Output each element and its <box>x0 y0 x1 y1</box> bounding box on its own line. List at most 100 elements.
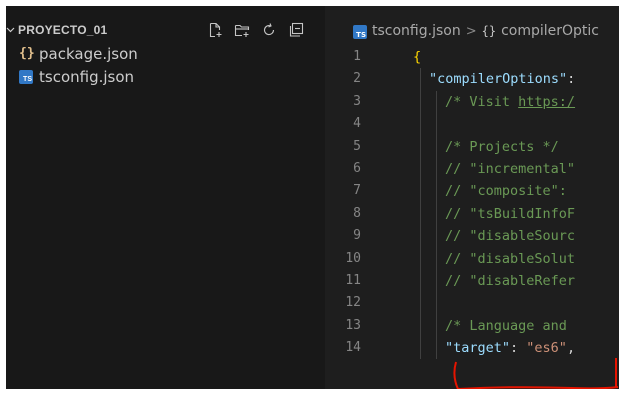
indent-guide <box>436 247 437 270</box>
code-lines: 1{2 "compilerOptions": 3/* Visit https:/4 5… <box>331 46 619 360</box>
refresh-icon[interactable] <box>259 20 279 40</box>
code-text: // "composite": <box>445 180 575 202</box>
code-line[interactable]: 13 /* Language and <box>331 314 619 338</box>
code-line[interactable]: 14 "target": "es6", <box>331 337 619 360</box>
code-text: "target": "es6", <box>445 337 575 359</box>
indent-guide <box>420 202 421 226</box>
breadcrumb-symbol[interactable]: compilerOptic <box>501 23 599 39</box>
indent-guide <box>436 225 437 248</box>
indent-guide <box>420 113 421 136</box>
json-file-icon: {} <box>19 46 35 61</box>
code-line[interactable]: 3 /* Visit https:/ <box>331 90 619 114</box>
code-token: // "tsBuildInfoF <box>445 205 576 222</box>
file-label: tsconfig.json <box>39 68 135 86</box>
typescript-file-icon: TS <box>19 70 33 84</box>
indent-guide <box>420 180 421 203</box>
code-line[interactable]: 12 <box>331 292 619 315</box>
object-symbol-icon: {} <box>481 24 497 38</box>
line-number: 7 <box>353 183 361 199</box>
code-line[interactable]: 2 "compilerOptions": <box>331 68 619 91</box>
breadcrumb: TS tsconfig.json > {} compilerOptic <box>353 20 599 42</box>
code-token: // "incremental" <box>445 160 576 177</box>
breadcrumb-file[interactable]: tsconfig.json <box>372 23 461 39</box>
line-number: 10 <box>345 250 361 266</box>
breadcrumb-separator: > <box>465 23 477 39</box>
file-item-tsconfig-json[interactable]: TS tsconfig.json <box>6 66 325 88</box>
indent-guide <box>436 314 437 338</box>
indent-guide <box>420 292 421 315</box>
code-token: , <box>566 340 576 357</box>
new-file-icon[interactable] <box>205 20 225 40</box>
folder-title: PROYECTO_01 <box>18 23 108 37</box>
explorer-sidebar: PROYECTO_01 {} package.json TS tsconfig.… <box>6 6 325 389</box>
line-number: 6 <box>353 160 361 176</box>
line-number: 4 <box>353 116 361 132</box>
chevron-down-icon[interactable] <box>6 23 15 40</box>
code-token: "compilerOptions" <box>429 71 568 88</box>
code-text: // "tsBuildInfoF <box>445 203 575 225</box>
code-token: /* Language and <box>445 317 576 334</box>
indent-guide <box>420 337 421 360</box>
indent-guide <box>420 135 421 158</box>
code-line[interactable]: 4 <box>331 113 619 136</box>
code-token: https:/ <box>518 93 576 110</box>
code-token: // "disableSourc <box>445 228 576 245</box>
code-token: /* Projects */ <box>445 138 559 155</box>
code-text: "compilerOptions": <box>429 68 575 90</box>
indent-guide <box>436 180 437 203</box>
explorer-actions <box>205 20 306 42</box>
line-number: 5 <box>353 138 361 154</box>
indent-guide <box>420 314 421 338</box>
indent-guide <box>436 269 437 293</box>
code-editor[interactable]: TS tsconfig.json > {} compilerOptic 1{2 "… <box>331 6 619 389</box>
typescript-file-icon: TS <box>353 24 367 39</box>
code-token: : <box>567 71 576 88</box>
line-number: 1 <box>353 49 361 64</box>
code-line[interactable]: 1{ <box>331 46 619 68</box>
collapse-all-icon[interactable] <box>286 20 306 40</box>
code-line[interactable]: 7 // "composite": <box>331 180 619 203</box>
code-text: // "incremental" <box>445 158 575 180</box>
code-text: // "disableRefer <box>445 270 575 292</box>
line-number: 13 <box>345 317 361 333</box>
red-annotation-mark <box>453 358 619 389</box>
code-token: : <box>510 340 527 357</box>
indent-guide <box>436 292 437 315</box>
code-line[interactable]: 11 // "disableRefer <box>331 269 619 293</box>
indent-guide <box>420 90 421 114</box>
line-number: 11 <box>345 272 361 288</box>
code-token: "target" <box>445 340 511 357</box>
code-token: // "disableRefer <box>445 272 576 289</box>
code-line[interactable]: 10 // "disableSolut <box>331 247 619 270</box>
code-line[interactable]: 8 // "tsBuildInfoF <box>331 202 619 226</box>
indent-guide <box>420 269 421 293</box>
explorer-folder-header[interactable]: PROYECTO_01 <box>6 20 325 42</box>
indent-guide <box>436 90 437 114</box>
code-token: /* Visit <box>445 93 519 110</box>
code-text: // "disableSolut <box>445 248 575 270</box>
code-text: { <box>413 46 421 68</box>
indent-guide <box>436 135 437 158</box>
new-folder-icon[interactable] <box>232 20 252 40</box>
indent-guide <box>420 68 421 91</box>
line-number: 9 <box>353 228 361 244</box>
line-number: 3 <box>353 93 361 109</box>
code-text: /* Visit https:/ <box>445 91 575 113</box>
line-number: 12 <box>345 295 361 311</box>
indent-guide <box>436 202 437 226</box>
line-number: 14 <box>345 340 361 356</box>
code-token: // "composite": <box>445 183 576 200</box>
indent-guide <box>420 157 421 181</box>
code-line[interactable]: 6 // "incremental" <box>331 157 619 181</box>
code-token: { <box>413 49 422 65</box>
indent-guide <box>420 247 421 270</box>
file-item-package-json[interactable]: {} package.json <box>6 43 325 65</box>
code-token: "es6" <box>526 340 567 357</box>
file-label: package.json <box>39 45 138 63</box>
line-number: 2 <box>353 71 361 87</box>
code-line[interactable]: 9 // "disableSourc <box>331 225 619 248</box>
code-line[interactable]: 5 /* Projects */ <box>331 135 619 158</box>
indent-guide <box>436 113 437 136</box>
indent-guide <box>420 225 421 248</box>
indent-guide <box>436 157 437 181</box>
